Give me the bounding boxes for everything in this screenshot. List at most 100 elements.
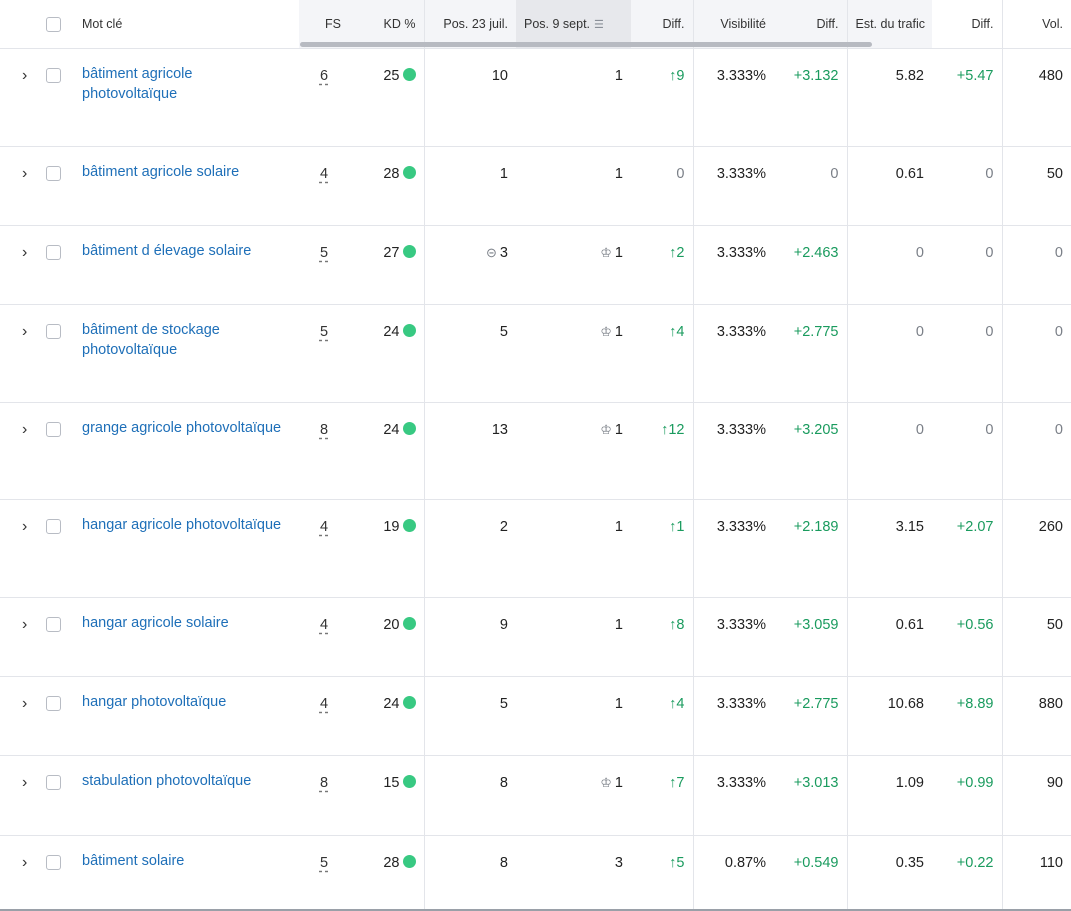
header-select-all[interactable] [44, 0, 74, 49]
visibility-cell: 0.87% [692, 835, 774, 910]
kd-dot [402, 245, 416, 258]
chevron-right-icon[interactable]: › [22, 617, 27, 633]
visibility-value: 3.333% [716, 696, 766, 712]
chevron-right-icon[interactable]: › [22, 324, 27, 340]
row-checkbox[interactable] [46, 245, 61, 260]
row-checkbox[interactable] [46, 519, 61, 534]
fs-value[interactable]: 4 [320, 166, 328, 182]
table-row[interactable]: › hangar photovoltaïque 4 24 5 1 ↑4 3.333% +2.77… [0, 676, 1071, 756]
table-row[interactable]: › bâtiment de stockage photovoltaïque 5 24 5… [0, 304, 1071, 403]
row-expand-cell[interactable]: › [0, 304, 44, 403]
select-all-checkbox[interactable] [46, 16, 61, 32]
keyword-link[interactable]: hangar agricole photovoltaïque [82, 516, 291, 536]
volume-value: 50 [1046, 166, 1063, 182]
keyword-link[interactable]: grange agricole photovoltaïque [82, 419, 291, 439]
keyword-link[interactable]: bâtiment agricole photovoltaïque [82, 65, 291, 104]
visibility-value: 3.333% [716, 422, 766, 438]
row-select-cell[interactable] [44, 48, 74, 147]
row-expand-cell[interactable]: › [0, 755, 44, 836]
table-row[interactable]: › bâtiment agricole photovoltaïque 6 25 10 1 ↑… [0, 48, 1071, 147]
kd-cell: 15 [349, 755, 424, 836]
kd-value: 19 [383, 519, 400, 535]
fs-value[interactable]: 8 [320, 775, 328, 791]
traffic-value: 10.68 [887, 696, 924, 712]
table-row[interactable]: › grange agricole photovoltaïque 8 24 13 ♔ 1 ↑1… [0, 402, 1071, 500]
fs-value[interactable]: 5 [320, 245, 328, 261]
row-select-cell[interactable] [44, 597, 74, 677]
keyword-link[interactable]: hangar agricole solaire [82, 614, 291, 634]
row-expand-cell[interactable]: › [0, 676, 44, 756]
fs-value[interactable]: 5 [320, 855, 328, 871]
table-row[interactable]: › hangar agricole photovoltaïque 4 19 2 1 ↑1 3.… [0, 499, 1071, 598]
table-row[interactable]: › stabulation photovoltaïque 8 15 8 ♔ 1 ↑7 3.333… [0, 755, 1071, 836]
table-row[interactable]: › bâtiment agricole solaire 4 28 1 1 0 3.333% 0 0… [0, 146, 1071, 226]
chevron-right-icon[interactable]: › [22, 166, 27, 182]
column-header-keyword[interactable]: Mot clé [74, 0, 299, 49]
column-header-diff-traffic[interactable]: Diff. [932, 0, 1002, 49]
row-expand-cell[interactable]: › [0, 835, 44, 910]
table-row[interactable]: › bâtiment solaire 5 28 8 3 ↑5 0.87% +0.549 0.35 +… [0, 835, 1071, 910]
row-expand-cell[interactable]: › [0, 597, 44, 677]
row-checkbox[interactable] [46, 696, 61, 711]
table-row[interactable]: › bâtiment d élevage solaire 5 27 ⊝ 3 ♔ 1 ↑2 3.33… [0, 225, 1071, 305]
row-select-cell[interactable] [44, 304, 74, 403]
row-select-cell[interactable] [44, 402, 74, 500]
pos-diff-cell: ↑5 [631, 835, 693, 910]
row-select-cell[interactable] [44, 676, 74, 756]
keyword-link[interactable]: stabulation photovoltaïque [82, 772, 291, 792]
pos-july-value: 8 [499, 775, 508, 791]
chevron-right-icon[interactable]: › [22, 855, 27, 871]
table-row[interactable]: › hangar agricole solaire 4 20 9 1 ↑8 3.333% +3.… [0, 597, 1071, 677]
row-expand-cell[interactable]: › [0, 225, 44, 305]
keyword-link[interactable]: hangar photovoltaïque [82, 693, 291, 713]
volume-value: 0 [1054, 324, 1063, 340]
row-select-cell[interactable] [44, 146, 74, 226]
keyword-link[interactable]: bâtiment d élevage solaire [82, 242, 291, 262]
sort-descending-icon[interactable]: ☰ [594, 19, 604, 31]
keyword-link[interactable]: bâtiment agricole solaire [82, 163, 291, 183]
fs-value[interactable]: 6 [320, 68, 328, 84]
visibility-diff-cell: 0 [774, 146, 847, 226]
pos-sept-value: 1 [614, 245, 623, 261]
row-checkbox[interactable] [46, 166, 61, 181]
row-checkbox[interactable] [46, 422, 61, 437]
pos-july-cell: 1 [423, 146, 516, 226]
chevron-right-icon[interactable]: › [22, 775, 27, 791]
keyword-cell: bâtiment de stockage photovoltaïque [74, 304, 299, 403]
visibility-diff-value: +0.549 [793, 855, 839, 871]
row-select-cell[interactable] [44, 225, 74, 305]
row-checkbox[interactable] [46, 775, 61, 790]
keyword-link[interactable]: bâtiment solaire [82, 852, 291, 872]
fs-value[interactable]: 4 [320, 696, 328, 712]
row-expand-cell[interactable]: › [0, 48, 44, 147]
fs-value[interactable]: 8 [320, 422, 328, 438]
fs-value[interactable]: 4 [320, 617, 328, 633]
row-select-cell[interactable] [44, 835, 74, 910]
row-select-cell[interactable] [44, 499, 74, 598]
chevron-right-icon[interactable]: › [22, 245, 27, 261]
traffic-diff-value: +2.07 [956, 519, 994, 535]
row-expand-cell[interactable]: › [0, 499, 44, 598]
visibility-cell: 3.333% [692, 304, 774, 403]
row-checkbox[interactable] [46, 324, 61, 339]
row-expand-cell[interactable]: › [0, 146, 44, 226]
chevron-right-icon[interactable]: › [22, 68, 27, 84]
row-checkbox[interactable] [46, 617, 61, 632]
row-expand-cell[interactable]: › [0, 402, 44, 500]
chevron-right-icon[interactable]: › [22, 422, 27, 438]
fs-value[interactable]: 4 [320, 519, 328, 535]
traffic-value: 0.61 [895, 166, 924, 182]
fs-value[interactable]: 5 [320, 324, 328, 340]
chevron-right-icon[interactable]: › [22, 519, 27, 535]
keyword-link[interactable]: bâtiment de stockage photovoltaïque [82, 321, 291, 360]
kd-cell: 24 [349, 402, 424, 500]
horizontal-scrollbar[interactable] [300, 42, 872, 47]
pos-sept-cell: 1 [516, 676, 631, 756]
visibility-diff-cell: +2.463 [774, 225, 847, 305]
row-checkbox[interactable] [46, 855, 61, 870]
column-header-volume[interactable]: Vol. [1001, 0, 1071, 49]
row-checkbox[interactable] [46, 68, 61, 83]
fs-cell: 4 [299, 146, 349, 226]
chevron-right-icon[interactable]: › [22, 696, 27, 712]
row-select-cell[interactable] [44, 755, 74, 836]
